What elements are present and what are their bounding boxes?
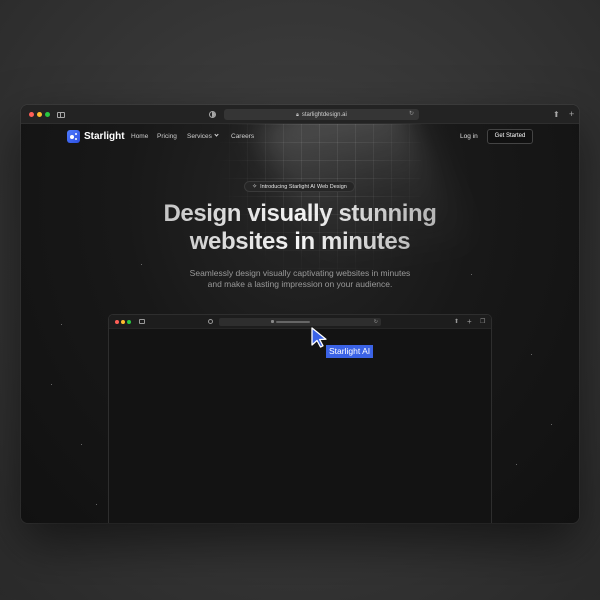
star bbox=[96, 504, 97, 505]
preview-reload-icon: ↻ bbox=[373, 319, 378, 325]
nav-link-pricing[interactable]: Pricing bbox=[157, 132, 177, 141]
nav-link-careers[interactable]: Careers bbox=[231, 132, 254, 141]
minimize-window-button[interactable] bbox=[37, 112, 42, 117]
address-bar[interactable]: 🔒︎ starlightdesign.ai ↻ bbox=[224, 109, 419, 120]
lock-icon: 🔒︎ bbox=[296, 111, 299, 118]
star bbox=[61, 324, 62, 325]
chevron-down-icon bbox=[214, 132, 219, 137]
nav-link-services[interactable]: Services bbox=[187, 132, 219, 141]
close-window-button[interactable] bbox=[29, 112, 34, 117]
preview-tabs-icon: ❐ bbox=[480, 319, 486, 325]
reload-icon[interactable]: ↻ bbox=[409, 109, 414, 120]
privacy-shield-icon[interactable] bbox=[209, 111, 216, 118]
hero-subtitle-line2: and make a lasting impression on your au… bbox=[207, 279, 393, 289]
sparkle-icon: ✧ bbox=[252, 184, 258, 190]
preview-minimize-dot bbox=[121, 320, 125, 324]
website-viewport: Starlight Home Pricing Services Careers … bbox=[21, 124, 579, 523]
preview-address-bar: ↻ bbox=[219, 318, 381, 326]
star bbox=[531, 354, 532, 355]
sidebar-toggle-icon[interactable] bbox=[57, 112, 65, 118]
login-link[interactable]: Log in bbox=[460, 132, 478, 141]
preview-maximize-dot bbox=[127, 320, 131, 324]
hero-subtitle: Seamlessly design visually captivating w… bbox=[21, 268, 579, 290]
starlight-logo-icon[interactable] bbox=[67, 130, 80, 143]
preview-close-dot bbox=[115, 320, 119, 324]
preview-shield-icon bbox=[208, 319, 213, 324]
hero-title-line1: Design visually stunning bbox=[163, 200, 437, 227]
preview-lock-icon bbox=[271, 320, 274, 323]
nav-link-home[interactable]: Home bbox=[131, 132, 148, 141]
cursor-label: Starlight AI bbox=[326, 345, 374, 358]
browser-toolbar: 🔒︎ starlightdesign.ai ↻ ⬆︎ + bbox=[21, 105, 579, 124]
preview-new-tab-icon: + bbox=[467, 317, 472, 326]
address-bar-url: starlightdesign.ai bbox=[301, 111, 347, 118]
preview-sidebar-icon bbox=[139, 319, 145, 324]
hero-subtitle-line1: Seamlessly design visually captivating w… bbox=[189, 268, 411, 278]
site-navbar: Starlight Home Pricing Services Careers … bbox=[21, 124, 579, 150]
star bbox=[516, 464, 517, 465]
star bbox=[81, 444, 82, 445]
share-icon[interactable]: ⬆︎ bbox=[553, 105, 560, 124]
preview-browser-toolbar: ↻ ⬆︎ + ❐ bbox=[109, 315, 491, 329]
star bbox=[551, 424, 552, 425]
logo-text[interactable]: Starlight bbox=[84, 130, 125, 143]
new-tab-icon[interactable]: + bbox=[569, 105, 574, 124]
preview-share-icon: ⬆︎ bbox=[454, 319, 460, 325]
star bbox=[51, 384, 52, 385]
get-started-button[interactable]: Get Started bbox=[487, 129, 533, 144]
announcement-badge[interactable]: ✧ Introducing Starlight AI Web Design bbox=[244, 181, 355, 192]
hero-title: Design visually stunning websites in min… bbox=[21, 200, 579, 256]
nav-link-services-label: Services bbox=[187, 133, 212, 140]
star bbox=[141, 264, 142, 265]
badge-text: Introducing Starlight AI Web Design bbox=[260, 183, 347, 190]
hero-title-line2: websites in minutes bbox=[189, 228, 411, 255]
maximize-window-button[interactable] bbox=[45, 112, 50, 117]
preview-browser-window: ↻ ⬆︎ + ❐ bbox=[108, 314, 492, 523]
browser-window: 🔒︎ starlightdesign.ai ↻ ⬆︎ + Starlight H… bbox=[21, 105, 579, 523]
